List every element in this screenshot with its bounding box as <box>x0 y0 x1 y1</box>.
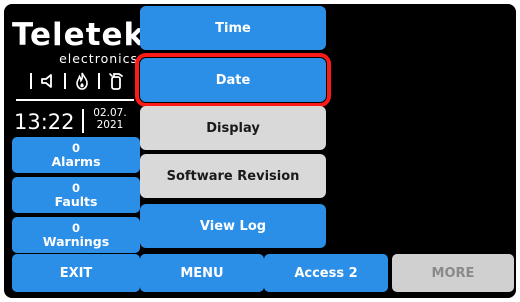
menu-label: MENU <box>180 265 224 281</box>
software-revision-menu-button[interactable]: Software Revision <box>140 154 326 198</box>
logo-subtitle: electronics <box>59 51 138 66</box>
warnings-count: 0 <box>71 221 80 235</box>
warnings-button[interactable]: 0 Warnings <box>12 217 140 253</box>
clock-date-day-month: 02.07. <box>93 107 127 119</box>
icon-separator <box>64 73 66 89</box>
view-log-menu-button[interactable]: View Log <box>140 204 326 248</box>
time-menu-button[interactable]: Time <box>140 6 326 50</box>
exit-button[interactable]: EXIT <box>12 254 140 292</box>
clock-separator <box>82 109 84 133</box>
teletek-logo: Teletek electronics <box>12 17 146 67</box>
screen: Teletek electronics 13:22 02.07. 2021 0 … <box>0 0 520 302</box>
menu-button[interactable]: MENU <box>140 254 264 292</box>
control-panel-display: Teletek electronics 13:22 02.07. 2021 0 … <box>4 4 516 298</box>
alarms-button[interactable]: 0 Alarms <box>12 137 140 173</box>
divider-line <box>16 99 134 101</box>
alarms-label: Alarms <box>51 154 101 169</box>
exit-label: EXIT <box>59 265 93 281</box>
faults-count: 0 <box>71 181 80 195</box>
clock-date: 02.07. 2021 <box>90 107 130 131</box>
more-button[interactable]: MORE <box>392 254 514 292</box>
more-label: MORE <box>431 265 475 281</box>
icon-separator <box>30 73 32 89</box>
speaker-icon <box>41 74 52 88</box>
status-icons <box>22 70 134 92</box>
display-menu-button[interactable]: Display <box>140 106 326 150</box>
view-log-menu-label: View Log <box>199 218 267 234</box>
access-level-button[interactable]: Access 2 <box>264 254 388 292</box>
date-menu-label: Date <box>215 72 251 88</box>
extinguisher-icon <box>109 73 123 90</box>
time-menu-label: Time <box>215 20 251 36</box>
fire-icon <box>76 72 88 90</box>
clock-time: 13:22 <box>14 110 75 134</box>
faults-label: Faults <box>54 194 98 209</box>
date-menu-button[interactable]: Date <box>135 53 331 107</box>
access-level-label: Access 2 <box>294 265 358 281</box>
alarms-count: 0 <box>71 141 80 155</box>
logo-brand: Teletek <box>12 17 146 53</box>
clock: 13:22 02.07. 2021 <box>12 107 140 135</box>
display-menu-label: Display <box>206 120 260 136</box>
clock-date-year: 2021 <box>96 119 124 131</box>
icon-separator <box>98 73 100 89</box>
software-revision-menu-label: Software Revision <box>166 168 300 184</box>
faults-button[interactable]: 0 Faults <box>12 177 140 213</box>
warnings-label: Warnings <box>42 234 110 249</box>
